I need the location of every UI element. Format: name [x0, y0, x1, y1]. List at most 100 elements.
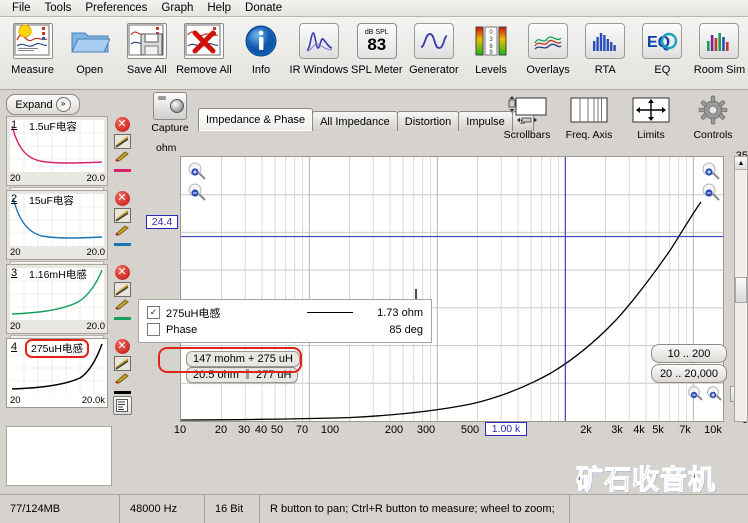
menu-preferences[interactable]: Preferences: [78, 1, 154, 15]
menu-donate[interactable]: Donate: [238, 1, 289, 15]
rta-icon: [584, 20, 626, 62]
edit-color-icon[interactable]: [114, 299, 131, 314]
measurement-card-2[interactable]: 2 15uF电容 20 20.0 ✕: [6, 190, 134, 262]
freq-axis-icon: [569, 94, 609, 126]
legend-row-phase[interactable]: Phase 85 deg: [147, 321, 423, 338]
axis-zoom-controls[interactable]: [686, 385, 728, 406]
thumb-axis-high: 20.0: [87, 321, 106, 332]
measurement-card-1[interactable]: 1 1.5uF电容 20 20.0 ✕: [6, 116, 134, 188]
toolbar-spl-meter-label: SPL Meter: [351, 64, 403, 76]
menu-tools[interactable]: Tools: [38, 1, 79, 15]
measurement-card-4[interactable]: 4 275uH电感 20 20.0k ✕: [6, 338, 134, 410]
x-tick: 5k: [652, 424, 664, 436]
toolbar-room-sim-button[interactable]: Room Sim: [691, 20, 748, 76]
status-hint: R button to pan; Ctrl+R button to measur…: [260, 495, 570, 523]
spl-meter-icon: dB SPL 83: [356, 20, 398, 62]
toolbar-generator-label: Generator: [409, 64, 459, 76]
generator-icon: [413, 20, 455, 62]
toolbar-rta-button[interactable]: RTA: [577, 20, 634, 76]
thumb-axis-high: 20.0k: [82, 395, 105, 406]
legend-checkbox-phase[interactable]: [147, 323, 160, 336]
measurement-name[interactable]: 275uH电感: [25, 339, 89, 358]
limits-button[interactable]: Limits: [620, 90, 682, 141]
scrollbars-button[interactable]: Scrollbars: [496, 90, 558, 141]
measurement-name[interactable]: 1.16mH电感: [29, 267, 87, 282]
controls-button[interactable]: Controls: [682, 90, 744, 141]
delete-measurement-icon[interactable]: ✕: [115, 265, 130, 280]
edit-color-icon[interactable]: [114, 225, 131, 240]
cursor-y-value[interactable]: 24.4: [146, 215, 178, 229]
toolbar-levels-button[interactable]: 0 3 6 9 Levels: [462, 20, 519, 76]
menu-help[interactable]: Help: [200, 1, 238, 15]
range-button-10-200[interactable]: 10 .. 200: [651, 344, 727, 363]
measurement-notes-icon[interactable]: [113, 396, 132, 415]
toolbar-ir-windows-button[interactable]: IR Windows: [290, 20, 349, 76]
toolbar-spl-meter-button[interactable]: dB SPL 83 SPL Meter: [348, 20, 405, 76]
expand-label: Expand: [15, 99, 52, 111]
range-button-20-20000[interactable]: 20 .. 20,000: [651, 364, 727, 383]
toolbar-open-label: Open: [76, 64, 103, 76]
spl-value: 83: [367, 36, 386, 53]
status-bar: 77/124MB 48000 Hz 16 Bit R button to pan…: [0, 494, 748, 523]
capture-button[interactable]: Capture: [146, 92, 194, 134]
show-chart-icon[interactable]: [114, 356, 131, 371]
show-chart-icon[interactable]: [114, 208, 131, 223]
scrollbars-icon: [506, 94, 548, 126]
tab-all-impedance[interactable]: All Impedance: [312, 111, 398, 131]
graph-panel: Capture Impedance & Phase All Impedance …: [138, 90, 748, 494]
tab-distortion[interactable]: Distortion: [397, 111, 459, 131]
toolbar-generator-button[interactable]: Generator: [405, 20, 462, 76]
thumb-axis-high: 20.0: [87, 247, 106, 258]
edit-color-icon[interactable]: [114, 373, 131, 388]
cursor-x-value[interactable]: 1.00 k: [485, 422, 527, 436]
legend-line-placeholder: [307, 329, 353, 330]
toolbar-overlays-label: Overlays: [526, 64, 569, 76]
toolbar-save-all-button[interactable]: Save All: [118, 20, 175, 76]
show-chart-icon[interactable]: [114, 134, 131, 149]
tab-impedance-phase[interactable]: Impedance & Phase: [198, 108, 313, 131]
measurement-number: 3: [11, 267, 17, 279]
freq-axis-button[interactable]: Freq. Axis: [558, 90, 620, 141]
toolbar-overlays-button[interactable]: Overlays: [520, 20, 577, 76]
toolbar-open-button[interactable]: Open: [61, 20, 118, 76]
menu-graph[interactable]: Graph: [154, 1, 200, 15]
toolbar-remove-all-button[interactable]: Remove All: [175, 20, 232, 76]
show-chart-icon[interactable]: [114, 282, 131, 297]
delete-measurement-icon[interactable]: ✕: [115, 117, 130, 132]
scroll-thumb[interactable]: [735, 277, 747, 303]
status-bit-depth: 16 Bit: [205, 495, 260, 523]
scroll-up-arrow-icon[interactable]: ▲: [735, 157, 747, 170]
toolbar-eq-button[interactable]: EQ EQ: [634, 20, 691, 76]
x-tick: 70: [296, 424, 308, 436]
edit-color-icon[interactable]: [114, 151, 131, 166]
x-tick: 7k: [679, 424, 691, 436]
measurement-notes-pane[interactable]: [6, 426, 112, 486]
toolbar-info-button[interactable]: Info: [232, 20, 289, 76]
measurement-color-swatch: [114, 317, 131, 320]
freq-axis-label: Freq. Axis: [566, 129, 613, 141]
x-tick: 500: [461, 424, 479, 436]
zoom-in-glyph: [189, 163, 205, 179]
legend-value-phase: 85 deg: [367, 324, 423, 336]
legend-row-impedance[interactable]: ✓ 275uH电感 1.73 ohm: [147, 304, 423, 321]
room-eq-wizard-window: File Tools Preferences Graph Help Donate: [0, 0, 748, 522]
delete-measurement-icon[interactable]: ✕: [115, 339, 130, 354]
capture-label: Capture: [151, 122, 188, 134]
room-sim-icon: [698, 20, 740, 62]
delete-measurement-icon[interactable]: ✕: [115, 191, 130, 206]
chart-vertical-scrollbar[interactable]: ▲: [734, 156, 748, 422]
remove-icon: [183, 20, 225, 62]
x-tick: 20: [215, 424, 227, 436]
legend-checkbox-impedance[interactable]: ✓: [147, 306, 160, 319]
x-tick: 2k: [580, 424, 592, 436]
measurement-name[interactable]: 15uF电容: [29, 193, 74, 208]
expand-button[interactable]: Expand »: [6, 94, 80, 115]
measurement-name[interactable]: 1.5uF电容: [29, 119, 77, 134]
measurement-number: 4: [11, 341, 17, 353]
measurement-card-3[interactable]: 3 1.16mH电感 20 20.0 ✕: [6, 264, 134, 336]
measurement-list: 1 1.5uF电容 20 20.0 ✕: [6, 116, 134, 412]
toolbar-measure-button[interactable]: Measure: [4, 20, 61, 76]
menu-file[interactable]: File: [5, 1, 38, 15]
scrollbars-label: Scrollbars: [504, 129, 551, 141]
menu-bar: File Tools Preferences Graph Help Donate: [0, 0, 748, 17]
